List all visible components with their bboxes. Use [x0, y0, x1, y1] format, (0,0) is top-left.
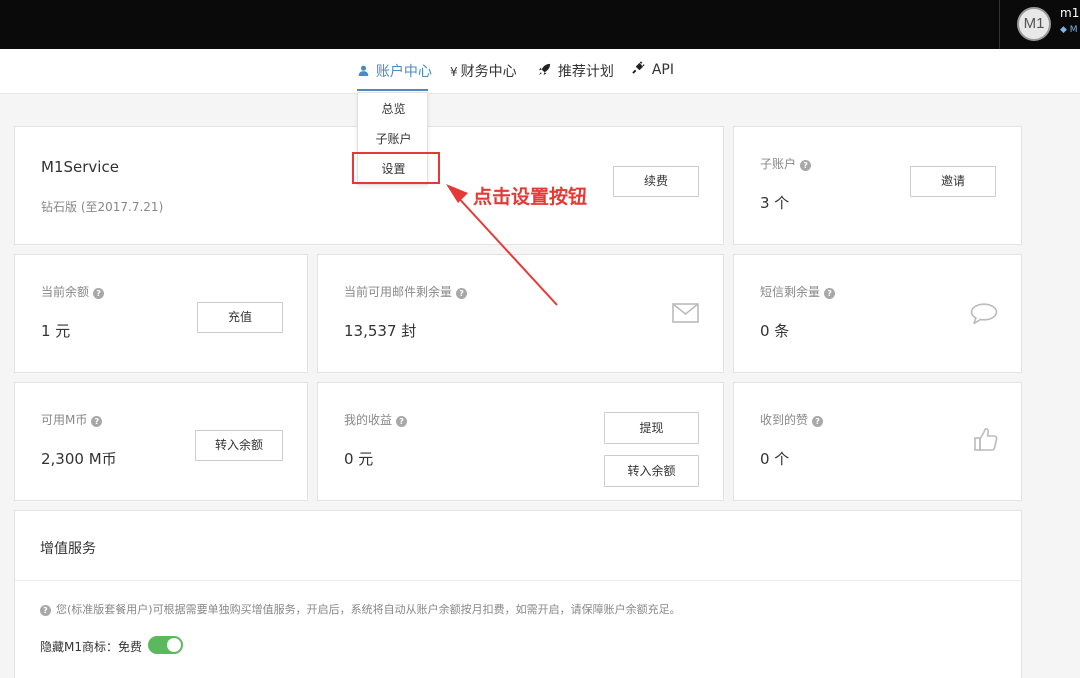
settings-highlight-box [352, 152, 440, 184]
mcoin-label: 可用M币? [41, 411, 103, 428]
mail-quota-label: 当前可用邮件剩余量? [344, 283, 468, 300]
help-icon[interactable]: ? [396, 416, 408, 427]
user-name[interactable]: m1s [1060, 6, 1080, 20]
user-level-badge: ◆ M [1060, 25, 1078, 35]
dropdown-item-subaccounts[interactable]: 子账户 [358, 130, 429, 147]
help-icon[interactable]: ? [93, 288, 105, 299]
nav-item-finance-center[interactable]: ¥ 财务中心 [450, 61, 517, 81]
nav-bar: 账户中心 ¥ 财务中心 推荐计划 API [0, 49, 1080, 94]
nav-label: 财务中心 [460, 64, 517, 80]
withdraw-button[interactable]: 提现 [604, 412, 699, 444]
value-added-divider [15, 580, 1021, 581]
top-bar: M1 m1s ◆ M [0, 0, 1080, 49]
nav-label: API [651, 62, 674, 78]
nav-label: 推荐计划 [557, 64, 614, 80]
hide-logo-label: 隐藏M1商标：免费 [40, 640, 142, 654]
subaccount-label: 子账户? [760, 155, 812, 172]
balance-value: 1 元 [41, 322, 71, 340]
mcoin-value: 2,300 M币 [41, 450, 117, 468]
balance-card: 当前余额? 1 元 充值 [14, 254, 308, 373]
avatar[interactable]: M1 [1017, 7, 1051, 41]
earnings-card: 我的收益? 0 元 提现 转入余额 [317, 382, 724, 501]
nav-active-underline [357, 89, 428, 91]
mcoin-transfer-button[interactable]: 转入余额 [195, 430, 283, 461]
nav-item-referral-plan[interactable]: 推荐计划 [538, 61, 614, 81]
help-icon[interactable]: ? [800, 160, 812, 171]
earnings-label: 我的收益? [344, 411, 408, 428]
subaccount-card: 子账户? 3 个 邀请 [733, 126, 1022, 245]
rocket-icon [538, 63, 555, 79]
yen-icon: ¥ [450, 65, 458, 79]
renew-button[interactable]: 续费 [613, 166, 699, 197]
recharge-button[interactable]: 充值 [197, 302, 283, 333]
toggle-knob [167, 638, 181, 652]
user-icon [358, 65, 373, 79]
help-icon[interactable]: ? [456, 288, 468, 299]
nav-item-api[interactable]: API [632, 61, 674, 78]
plug-icon [632, 61, 649, 77]
help-icon[interactable]: ? [812, 416, 824, 427]
earnings-transfer-button[interactable]: 转入余额 [604, 455, 699, 487]
help-icon[interactable]: ? [91, 416, 103, 427]
subaccount-value: 3 个 [760, 194, 790, 212]
hide-logo-toggle[interactable] [148, 636, 183, 654]
help-icon: ? [40, 605, 51, 616]
likes-label: 收到的赞? [760, 411, 824, 428]
envelope-icon [672, 303, 699, 323]
value-added-title: 增值服务 [40, 541, 96, 557]
account-name: M1Service [41, 158, 119, 176]
mcoin-card: 可用M币? 2,300 M币 转入余额 [14, 382, 308, 501]
likes-value: 0 个 [760, 450, 790, 468]
balance-label: 当前余额? [41, 283, 105, 300]
speech-bubble-icon [970, 303, 998, 325]
nav-label: 账户中心 [375, 64, 432, 80]
sms-quota-card: 短信剩余量? 0 条 [733, 254, 1022, 373]
sms-quota-label: 短信剩余量? [760, 283, 836, 300]
earnings-value: 0 元 [344, 450, 374, 468]
dropdown-item-overview[interactable]: 总览 [358, 100, 429, 117]
likes-card: 收到的赞? 0 个 [733, 382, 1022, 501]
mail-quota-value: 13,537 封 [344, 322, 417, 340]
topbar-divider [999, 0, 1000, 49]
nav-item-account-center[interactable]: 账户中心 [358, 61, 432, 81]
invite-button[interactable]: 邀请 [910, 166, 996, 197]
sms-quota-value: 0 条 [760, 322, 790, 340]
mail-quota-card: 当前可用邮件剩余量? 13,537 封 [317, 254, 724, 373]
thumbs-up-icon [974, 428, 998, 451]
annotation-text: 点击设置按钮 [473, 186, 588, 208]
value-added-note: ? 您(标准版套餐用户)可根据需要单独购买增值服务，开启后，系统将自动从账户余额按… [40, 601, 681, 617]
help-icon[interactable]: ? [824, 288, 836, 299]
account-plan: 钻石版 (至2017.7.21) [41, 200, 164, 214]
